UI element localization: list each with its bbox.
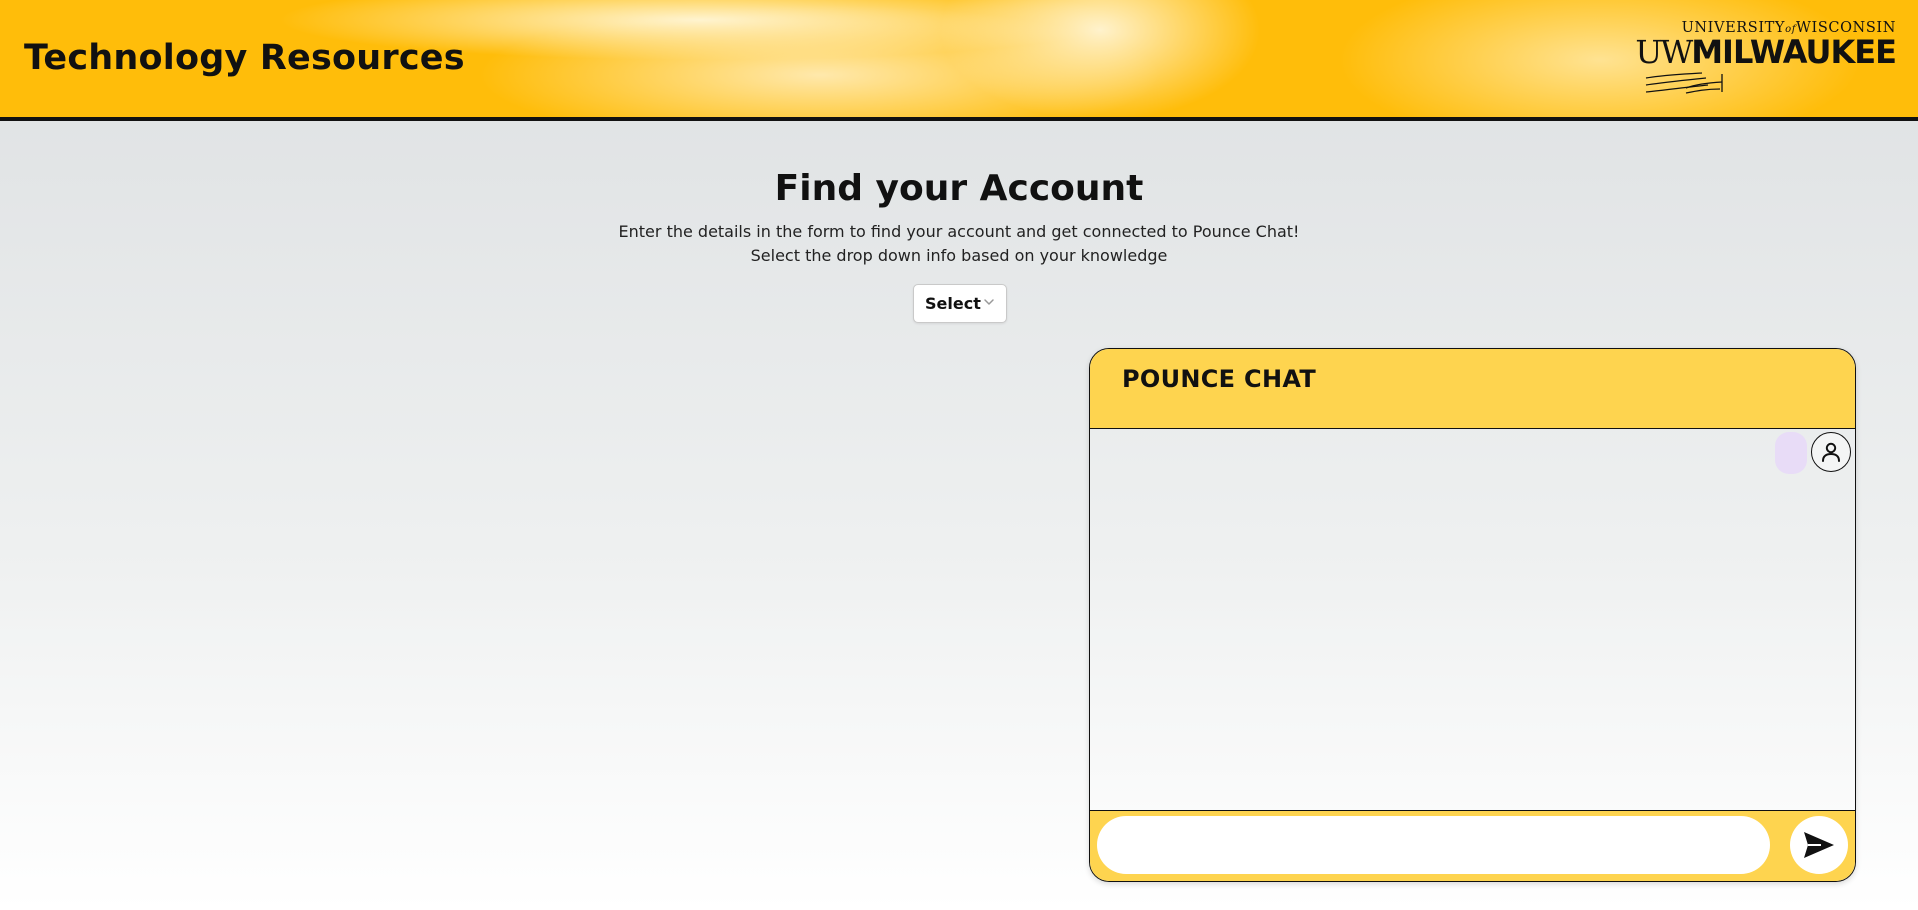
select-dropdown[interactable]: Select: [913, 284, 1007, 323]
chat-message-input[interactable]: [1097, 816, 1770, 874]
send-icon: [1804, 832, 1834, 858]
chat-header: POUNCE CHAT: [1090, 349, 1855, 429]
logo-uw-text: UW: [1635, 33, 1693, 71]
chat-input-bar: [1090, 810, 1855, 881]
site-header: Technology Resources UNIVERSITYofWISCONS…: [0, 0, 1918, 121]
chat-message-bubble: [1775, 432, 1807, 474]
chevron-down-icon: [984, 299, 994, 305]
instructions-text: Enter the details in the form to find yo…: [618, 222, 1300, 241]
site-title: Technology Resources: [24, 38, 465, 78]
dropdown-hint-text: Select the drop down info based on your …: [750, 246, 1168, 265]
logo-lines-icon: [1645, 72, 1723, 94]
user-avatar: [1811, 432, 1851, 472]
send-button[interactable]: [1790, 816, 1848, 874]
select-dropdown-label: Select: [925, 294, 981, 313]
chat-messages-area[interactable]: [1090, 429, 1855, 812]
user-icon: [1822, 442, 1840, 462]
chat-title: POUNCE CHAT: [1122, 365, 1317, 393]
uwm-logo[interactable]: UNIVERSITYofWISCONSIN UWMILWAUKEE: [1635, 20, 1897, 100]
page-heading: Find your Account: [774, 168, 1144, 209]
pounce-chat-widget: POUNCE CHAT: [1089, 348, 1856, 882]
logo-milwaukee-text: MILWAUKEE: [1691, 33, 1897, 71]
logo-wordmark: UWMILWAUKEE: [1635, 33, 1897, 71]
